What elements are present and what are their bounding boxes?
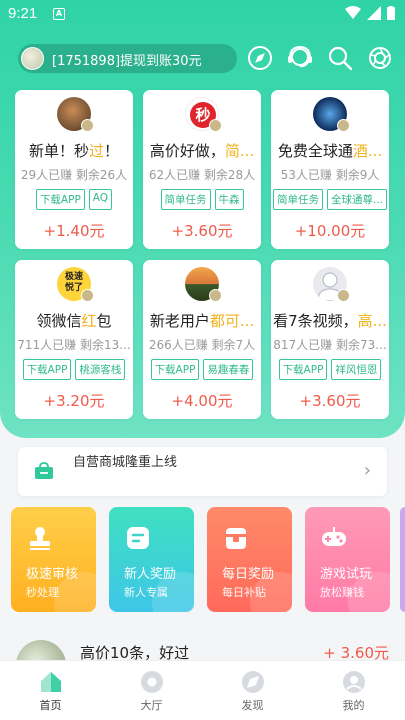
task-tag: 牛森 (214, 189, 244, 210)
tile-subtitle: 每日补贴 (222, 586, 266, 599)
chevron-right-icon: › (363, 460, 371, 481)
compass-icon[interactable] (247, 45, 273, 71)
task-title: 高价好做，简... (149, 142, 255, 160)
task-card[interactable]: 新老用户都可... 266人已赚 剩余7人 下载APP 易趣春春 +4.00元 (143, 260, 261, 419)
task-tag: 下载APP (22, 359, 72, 380)
task-reward: +4.00元 (171, 392, 233, 410)
task-tags: 下载APP AQ (15, 189, 133, 210)
notice-text: [1751898]提现到账30元 (52, 54, 202, 69)
task-reward: +3.20元 (43, 392, 105, 410)
task-tags: 下载APP 祥风恒恩 (271, 359, 389, 380)
task-stats: 817人已赚 剩余73... (273, 338, 387, 352)
verified-badge-icon (81, 289, 94, 302)
wifi-icon (345, 6, 361, 19)
banner-text: 自营商城隆重上线 (73, 455, 178, 470)
nav-label: 首页 (39, 699, 62, 712)
task-title: 新老用户都可... (149, 312, 255, 330)
task-card[interactable]: 秒 高价好做，简... 62人已赚 剩余28人 简单任务 牛森 +3.60元 (143, 90, 261, 249)
task-title: 看7条视频，高... (273, 312, 387, 330)
task-tag: 下载APP (150, 359, 200, 380)
task-tags: 下载APP 易趣春春 (143, 359, 261, 380)
notification-icon: A (53, 8, 65, 20)
task-stats: 266人已赚 剩余7人 (148, 338, 256, 352)
task-card[interactable]: 极速 悦了 领微信红包 711人已赚 剩余13... 下载APP 桃源客栈 +3… (15, 260, 133, 419)
verified-badge-icon (337, 119, 350, 132)
task-stats: 711人已赚 剩余13... (17, 338, 131, 352)
task-card[interactable]: 看7条视频，高... 817人已赚 剩余73... 下载APP 祥风恒恩 +3.… (271, 260, 389, 419)
notice-avatar (21, 47, 44, 70)
hall-icon (141, 671, 163, 693)
task-tags: 简单任务 全球通尊... (271, 189, 389, 210)
withdraw-notice[interactable]: [1751898]提现到账30元 (18, 44, 237, 73)
task-tag: AQ (88, 189, 113, 210)
tile-game-trial[interactable]: 游戏试玩 放松赚钱 (305, 507, 390, 612)
task-reward: +3.60元 (299, 392, 361, 410)
task-title: 领微信红包 (36, 312, 112, 330)
tile-subtitle: 放松赚钱 (320, 586, 364, 599)
verified-badge-icon (337, 289, 350, 302)
nav-label: 发现 (241, 699, 264, 712)
task-tag: 祥风恒恩 (331, 359, 382, 380)
task-tag: 简单任务 (272, 189, 323, 210)
tile-fast-review[interactable]: 极速审核 秒处理 (11, 507, 96, 612)
task-tag: 易趣春春 (203, 359, 254, 380)
task-reward: +10.00元 (294, 222, 366, 240)
gamepad-icon (322, 527, 346, 546)
task-tags: 下载APP 桃源客栈 (15, 359, 133, 380)
task-tag: 简单任务 (160, 189, 211, 210)
signal-icon (367, 6, 381, 20)
task-title: 新单！秒过！ (28, 142, 120, 160)
task-stats: 62人已赚 剩余28人 (148, 168, 256, 182)
nav-label: 大厅 (140, 699, 163, 712)
gift-icon (226, 528, 246, 549)
shopping-bag-icon (35, 462, 53, 479)
tile-newbie-reward[interactable]: 新人奖励 新人专属 (109, 507, 194, 612)
verified-badge-icon (209, 289, 222, 302)
search-icon[interactable] (327, 45, 353, 71)
status-bar: 9:21 A (0, 0, 405, 30)
nav-label: 我的 (342, 699, 365, 712)
task-reward: +3.60元 (171, 222, 233, 240)
support-agent-icon[interactable] (287, 45, 313, 71)
task-tags: 简单任务 牛森 (143, 189, 261, 210)
nav-discover[interactable]: 发现 (202, 661, 303, 720)
tile-title: 新人奖励 (124, 567, 177, 582)
aperture-icon[interactable] (367, 45, 393, 71)
profile-icon (343, 671, 365, 693)
message-icon (127, 527, 149, 549)
task-card[interactable]: 免费全球通酒... 53人已赚 剩余9人 简单任务 全球通尊... +10.00… (271, 90, 389, 249)
task-stats: 29人已赚 剩余26人 (20, 168, 128, 182)
task-tag: 下载APP (35, 189, 85, 210)
task-stats: 53人已赚 剩余9人 (280, 168, 380, 182)
nav-home[interactable]: 首页 (0, 661, 101, 720)
tile-title: 游戏试玩 (320, 567, 373, 582)
status-time: 9:21 (8, 5, 38, 22)
task-tag: 下载APP (278, 359, 328, 380)
home-icon (41, 672, 61, 692)
status-icons (345, 6, 395, 20)
tile-subtitle: 秒处理 (26, 586, 59, 599)
task-reward: +1.40元 (43, 222, 105, 240)
task-tag: 全球通尊... (326, 189, 387, 210)
tile-subtitle: 新人专属 (124, 586, 168, 599)
mall-banner[interactable]: 自营商城隆重上线 › (18, 447, 387, 496)
verified-badge-icon (209, 119, 222, 132)
task-tag: 桃源客栈 (75, 359, 126, 380)
nav-profile[interactable]: 我的 (303, 661, 404, 720)
task-title: 免费全球通酒... (277, 142, 383, 160)
stamp-icon (30, 527, 50, 550)
verified-badge-icon (81, 119, 94, 132)
tile-daily-reward[interactable]: 每日奖励 每日补贴 (207, 507, 292, 612)
task-card[interactable]: 新单！秒过！ 29人已赚 剩余26人 下载APP AQ +1.40元 (15, 90, 133, 249)
discover-icon (242, 671, 264, 693)
nav-hall[interactable]: 大厅 (101, 661, 202, 720)
tile-next-peek (400, 507, 405, 612)
tile-title: 每日奖励 (222, 567, 275, 582)
bottom-nav: 首页 大厅 发现 我的 (0, 660, 405, 720)
tile-title: 极速审核 (26, 567, 79, 582)
battery-icon (387, 6, 395, 20)
